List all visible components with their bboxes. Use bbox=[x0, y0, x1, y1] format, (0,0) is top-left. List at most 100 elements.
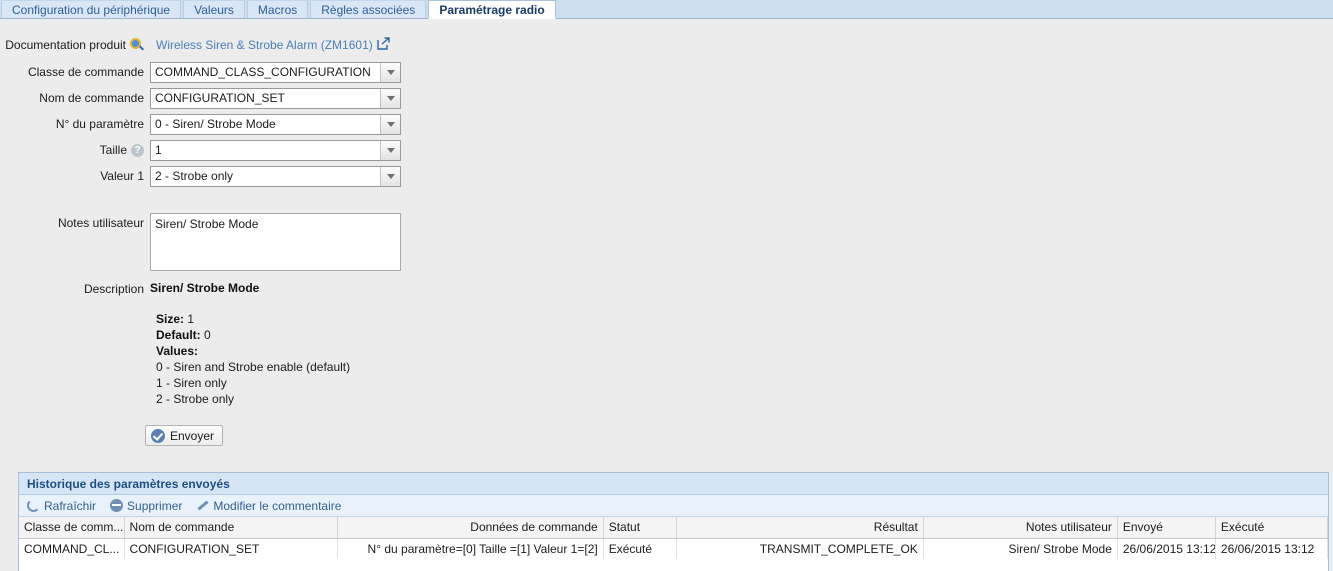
check-circle-icon bbox=[151, 428, 165, 443]
history-table: Classe de comm... Nom de commande Donnée… bbox=[19, 517, 1329, 559]
edit-comment-button-label: Modifier le commentaire bbox=[213, 498, 342, 513]
cell-notes-utilisateur: Siren/ Strobe Mode bbox=[923, 538, 1118, 559]
table-header-row: Classe de comm... Nom de commande Donnée… bbox=[19, 517, 1329, 539]
label-valeur-1-wrap: Valeur 1 bbox=[0, 169, 150, 183]
column-header-statut[interactable]: Statut bbox=[603, 517, 677, 539]
documentation-label: Documentation produit bbox=[5, 38, 126, 52]
description-title: Siren/ Strobe Mode bbox=[150, 281, 260, 295]
label-classe-de-commande-wrap: Classe de commande bbox=[0, 65, 150, 79]
chevron-down-icon[interactable] bbox=[380, 88, 400, 108]
history-panel-header: Historique des paramètres envoyés bbox=[19, 473, 1328, 495]
refresh-button-label: Rafraîchir bbox=[44, 498, 97, 513]
column-header-envoye[interactable]: Envoyé bbox=[1117, 517, 1216, 539]
select-classe-de-commande[interactable]: COMMAND_CLASS_CONFIGURATION bbox=[150, 61, 401, 83]
chevron-down-icon[interactable] bbox=[380, 62, 400, 82]
column-header-nom-de-commande[interactable]: Nom de commande bbox=[124, 517, 338, 539]
tab-label: Paramétrage radio bbox=[439, 3, 545, 17]
select-nom-de-commande[interactable]: CONFIGURATION_SET bbox=[150, 87, 401, 109]
notes-row: Notes utilisateur bbox=[0, 213, 1333, 271]
table-row[interactable]: COMMAND_CL... CONFIGURATION_SET N° du pa… bbox=[19, 538, 1329, 559]
select-taille-value: 1 bbox=[155, 142, 162, 157]
help-icon[interactable]: ? bbox=[131, 143, 144, 157]
label-numero-parametre-wrap: N° du paramètre bbox=[0, 117, 150, 131]
tab-configuration-du-peripherique[interactable]: Configuration du périphérique bbox=[1, 0, 182, 18]
description-size-value: 1 bbox=[187, 312, 195, 326]
select-numero-parametre[interactable]: 0 - Siren/ Strobe Mode bbox=[150, 113, 401, 135]
description-values-label: Values: bbox=[156, 343, 1333, 359]
chevron-down-icon[interactable] bbox=[380, 140, 400, 160]
tab-label: Configuration du périphérique bbox=[12, 3, 171, 17]
edit-comment-button[interactable]: Modifier le commentaire bbox=[196, 499, 341, 513]
field-row-numero-parametre: N° du paramètre 0 - Siren/ Strobe Mode bbox=[0, 113, 1333, 135]
select-valeur-1-value: 2 - Strobe only bbox=[155, 168, 234, 183]
pencil-icon bbox=[196, 499, 209, 512]
tab-parametrage-radio[interactable]: Paramétrage radio bbox=[428, 0, 556, 19]
select-nom-de-commande-value: CONFIGURATION_SET bbox=[155, 90, 285, 105]
description-value-option: 1 - Siren only bbox=[156, 376, 227, 390]
description-default-line: Default: 0 bbox=[156, 327, 1333, 343]
send-button-wrap: Envoyer bbox=[145, 425, 1333, 446]
column-header-execute[interactable]: Exécuté bbox=[1215, 517, 1329, 539]
cell-classe-de-commande: COMMAND_CL... bbox=[19, 538, 125, 559]
refresh-button[interactable]: Rafraîchir bbox=[27, 499, 96, 513]
select-valeur-1[interactable]: 2 - Strobe only bbox=[150, 165, 401, 187]
select-numero-parametre-value: 0 - Siren/ Strobe Mode bbox=[155, 116, 276, 131]
product-documentation-link[interactable]: Wireless Siren & Strobe Alarm (ZM1601) bbox=[156, 38, 373, 52]
cell-resultat: TRANSMIT_COMPLETE_OK bbox=[676, 538, 924, 559]
configuration-form: Documentation produit Wireless Siren & S… bbox=[0, 19, 1333, 446]
cell-nom-de-commande: CONFIGURATION_SET bbox=[124, 538, 338, 559]
delete-button-label: Supprimer bbox=[127, 498, 183, 513]
description-value-option: 2 - Strobe only bbox=[156, 392, 235, 406]
chevron-down-icon[interactable] bbox=[380, 114, 400, 134]
cell-execute: 26/06/2015 13:12 bbox=[1215, 538, 1329, 559]
tab-regles-associees[interactable]: Règles associées bbox=[310, 0, 427, 18]
chevron-down-icon[interactable] bbox=[380, 166, 400, 186]
tab-label: Macros bbox=[257, 3, 298, 17]
cell-envoye: 26/06/2015 13:12 bbox=[1117, 538, 1216, 559]
values-label-text: Values: bbox=[156, 344, 199, 358]
documentation-row: Documentation produit Wireless Siren & S… bbox=[0, 35, 1333, 55]
column-header-resultat[interactable]: Résultat bbox=[676, 517, 924, 539]
search-icon[interactable] bbox=[130, 38, 144, 52]
tab-valeurs[interactable]: Valeurs bbox=[183, 0, 245, 18]
label-valeur-1: Valeur 1 bbox=[100, 169, 144, 183]
label-nom-de-commande-wrap: Nom de commande bbox=[0, 91, 150, 105]
field-row-valeur-1: Valeur 1 2 - Strobe only bbox=[0, 165, 1333, 187]
column-header-notes-utilisateur[interactable]: Notes utilisateur bbox=[923, 517, 1118, 539]
description-default-label: Default: bbox=[156, 328, 201, 342]
history-toolbar: Rafraîchir Supprimer Modifier le comment… bbox=[19, 495, 1328, 517]
select-taille[interactable]: 1 bbox=[150, 139, 401, 161]
refresh-icon bbox=[27, 499, 40, 512]
label-description: Description bbox=[83, 282, 144, 296]
notes-utilisateur-textarea[interactable] bbox=[150, 213, 401, 271]
cell-donnees-de-commande: N° du paramètre=[0] Taille =[1] Valeur 1… bbox=[337, 538, 604, 559]
minus-circle-icon bbox=[110, 499, 124, 512]
select-classe-de-commande-value: COMMAND_CLASS_CONFIGURATION bbox=[155, 64, 371, 79]
documentation-label-wrap: Documentation produit bbox=[0, 38, 150, 52]
tab-label: Valeurs bbox=[194, 3, 234, 17]
delete-button[interactable]: Supprimer bbox=[110, 499, 182, 513]
label-description-wrap: Description bbox=[0, 281, 150, 297]
column-header-donnees-de-commande[interactable]: Données de commande bbox=[337, 517, 604, 539]
history-panel-title: Historique des paramètres envoyés bbox=[27, 476, 230, 491]
field-row-taille: Taille ? 1 bbox=[0, 139, 1333, 161]
label-notes-utilisateur-wrap: Notes utilisateur bbox=[0, 213, 150, 231]
tab-bar-filler bbox=[557, 0, 1333, 18]
history-panel: Historique des paramètres envoyés Rafraî… bbox=[18, 472, 1329, 571]
tab-macros[interactable]: Macros bbox=[246, 0, 309, 18]
field-row-nom-de-commande: Nom de commande CONFIGURATION_SET bbox=[0, 87, 1333, 109]
description-default-value: 0 bbox=[204, 328, 211, 342]
send-button[interactable]: Envoyer bbox=[145, 425, 224, 446]
column-header-classe-de-commande[interactable]: Classe de comm... bbox=[19, 517, 125, 539]
external-link-icon[interactable] bbox=[377, 37, 390, 53]
label-taille: Taille bbox=[99, 143, 127, 157]
label-taille-wrap: Taille ? bbox=[0, 143, 150, 157]
description-row: Description Siren/ Strobe Mode bbox=[0, 281, 1333, 297]
label-classe-de-commande: Classe de commande bbox=[27, 65, 144, 79]
description-body: Size: 1 Default: 0 Values: 0 - Siren and… bbox=[156, 311, 1333, 407]
label-notes-utilisateur: Notes utilisateur bbox=[57, 216, 144, 230]
field-row-classe-de-commande: Classe de commande COMMAND_CLASS_CONFIGU… bbox=[0, 61, 1333, 83]
description-size-label: Size: bbox=[156, 312, 185, 326]
description-size-line: Size: 1 bbox=[156, 311, 1333, 327]
label-numero-parametre: N° du paramètre bbox=[55, 117, 144, 131]
